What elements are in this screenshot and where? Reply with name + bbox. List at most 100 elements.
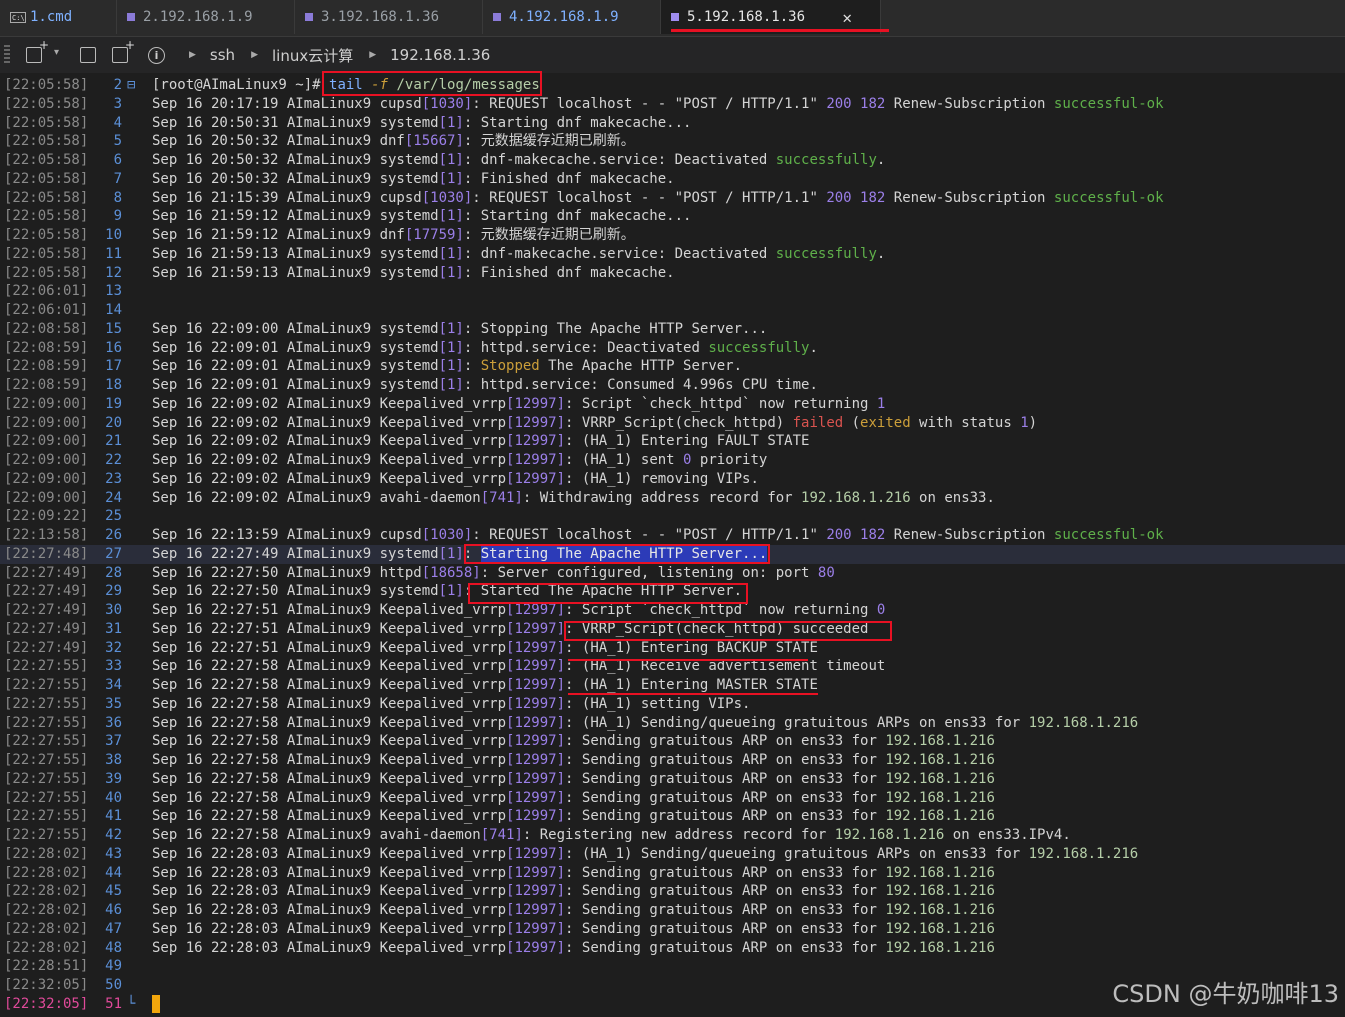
- chevron-down-icon[interactable]: ▾: [54, 47, 64, 63]
- line-timestamp: [22:09:22]: [4, 508, 89, 525]
- ssh-session-icon: [305, 13, 313, 21]
- line-text: Sep 16 22:09:02 AImaLinux9 avahi-daemon[…: [152, 489, 995, 506]
- line-number: 3: [113, 95, 122, 112]
- line-number: 30: [105, 602, 122, 618]
- drag-grip-icon[interactable]: [4, 45, 10, 65]
- line-text: Sep 16 22:09:00 AImaLinux9 systemd[1]: S…: [152, 320, 768, 337]
- line-text: Sep 16 22:27:58 AImaLinux9 Keepalived_vr…: [152, 658, 886, 675]
- terminal-output[interactable]: [22:05:58] 2 ⊟ [root@AImaLinux9 ~]# tail -f…: [0, 76, 1345, 1017]
- terminal-line: [22:05:58] 9 Sep 16 21:59:12 AImaLinux9 sy…: [0, 207, 1345, 226]
- tab-2-ssh[interactable]: 2.192.168.1.9: [117, 0, 295, 34]
- fold-marker-icon[interactable]: ⊟: [127, 76, 139, 95]
- line-timestamp: [22:05:58]: [4, 114, 89, 131]
- line-number: 8: [113, 189, 122, 206]
- fold-end-icon: └: [127, 995, 136, 1012]
- terminal-line: [22:09:00] 19 Sep 16 22:09:02 AImaLinux9 K…: [0, 395, 1345, 414]
- terminal-line: [22:05:58] 10 Sep 16 21:59:12 AImaLinux9 d…: [0, 226, 1345, 245]
- line-text: Sep 16 22:27:58 AImaLinux9 Keepalived_vr…: [152, 677, 818, 693]
- tab-4-ssh[interactable]: 4.192.168.1.9: [483, 0, 661, 34]
- line-timestamp: [22:28:02]: [4, 939, 89, 956]
- terminal-line: [22:05:58] 4 Sep 16 20:50:31 AImaLinux9 sy…: [0, 114, 1345, 133]
- line-text: Sep 16 22:27:51 AImaLinux9 Keepalived_vr…: [152, 602, 886, 618]
- line-timestamp: [22:27:49]: [4, 620, 89, 637]
- line-timestamp: [22:32:05]: [4, 977, 89, 993]
- line-timestamp: [22:05:58]: [4, 227, 89, 243]
- line-timestamp: [22:27:55]: [4, 677, 89, 693]
- line-timestamp: [22:32:05]: [4, 995, 89, 1012]
- close-tab-icon[interactable]: ✕: [842, 8, 852, 27]
- line-timestamp: [22:27:49]: [4, 564, 89, 581]
- terminal-line: [22:27:55] 37 Sep 16 22:27:58 AImaLinux9 K…: [0, 732, 1345, 751]
- line-number: 49: [105, 958, 122, 975]
- terminal-line: [22:27:55] 39 Sep 16 22:27:58 AImaLinux9 K…: [0, 770, 1345, 789]
- line-number: 23: [105, 470, 122, 487]
- tab-label: 2.192.168.1.9: [143, 9, 253, 25]
- line-text: Sep 16 20:50:32 AImaLinux9 systemd[1]: F…: [152, 170, 675, 187]
- line-timestamp: [22:27:55]: [4, 770, 89, 787]
- breadcrumb-group[interactable]: linux云计算: [272, 45, 353, 66]
- line-number: 24: [105, 489, 122, 506]
- line-number: 20: [105, 414, 122, 431]
- line-text: Sep 16 22:28:03 AImaLinux9 Keepalived_vr…: [152, 864, 995, 881]
- line-number: 21: [105, 433, 122, 450]
- watermark: CSDN @牛奶咖啡13: [1112, 980, 1339, 1008]
- terminal-line: [22:05:58] 11 Sep 16 21:59:13 AImaLinux9 s…: [0, 245, 1345, 264]
- tab-label: 5.192.168.1.36: [687, 9, 806, 25]
- line-number: 43: [105, 845, 122, 862]
- new-tab-icon[interactable]: [26, 38, 49, 63]
- line-number: 39: [105, 770, 122, 787]
- line-timestamp: [22:08:58]: [4, 320, 89, 337]
- line-text: Sep 16 22:09:02 AImaLinux9 Keepalived_vr…: [152, 395, 886, 412]
- line-timestamp: [22:28:02]: [4, 845, 89, 862]
- line-timestamp: [22:05:58]: [4, 133, 89, 150]
- line-text: Sep 16 21:59:12 AImaLinux9 systemd[1]: S…: [152, 208, 692, 225]
- line-text: Sep 16 22:27:58 AImaLinux9 Keepalived_vr…: [152, 808, 995, 825]
- line-number: 31: [105, 620, 122, 637]
- line-number: 17: [105, 358, 122, 375]
- line-number: 4: [113, 114, 122, 131]
- line-timestamp: [22:06:01]: [4, 302, 89, 318]
- terminal-cursor[interactable]: [152, 994, 160, 1013]
- line-number: 46: [105, 902, 122, 918]
- line-number: 22: [105, 452, 122, 468]
- line-text: Sep 16 20:50:32 AImaLinux9 dnf[15667]: 元…: [152, 133, 635, 150]
- line-text: Sep 16 22:27:58 AImaLinux9 Keepalived_vr…: [152, 789, 995, 806]
- terminal-line: [22:09:00] 24 Sep 16 22:09:02 AImaLinux9 a…: [0, 489, 1345, 508]
- terminal-line: [22:27:48] 27 Sep 16 22:27:49 AImaLinux9 s…: [0, 544, 1345, 564]
- tab-3-ssh[interactable]: 3.192.168.1.36: [295, 0, 483, 34]
- tab-1-cmd[interactable]: C:\ 1.cmd: [0, 0, 117, 34]
- breadcrumb-arrow-icon: ▶: [251, 50, 258, 60]
- line-number: 6: [113, 152, 122, 168]
- terminal-line: [22:28:02] 43 Sep 16 22:28:03 AImaLinux9 K…: [0, 845, 1345, 864]
- line-text: Sep 16 20:50:32 AImaLinux9 systemd[1]: d…: [152, 152, 886, 168]
- tab-label: 4.192.168.1.9: [509, 9, 619, 25]
- line-number: 51: [105, 995, 122, 1012]
- breadcrumb-host[interactable]: 192.168.1.36: [390, 46, 490, 64]
- terminal-line: [22:28:02] 47 Sep 16 22:28:03 AImaLinux9 K…: [0, 920, 1345, 939]
- terminal-line: [22:28:02] 45 Sep 16 22:28:03 AImaLinux9 K…: [0, 882, 1345, 901]
- line-timestamp: [22:28:51]: [4, 958, 89, 975]
- line-timestamp: [22:27:55]: [4, 658, 89, 675]
- duplicate-tab-icon[interactable]: [80, 47, 96, 63]
- line-timestamp: [22:28:02]: [4, 883, 89, 900]
- line-text: Sep 16 22:27:58 AImaLinux9 Keepalived_vr…: [152, 770, 995, 787]
- terminal-line: [22:27:55] 35 Sep 16 22:27:58 AImaLinux9 K…: [0, 695, 1345, 714]
- info-icon[interactable]: i: [148, 46, 165, 64]
- new-window-icon[interactable]: [112, 38, 135, 63]
- line-timestamp: [22:08:59]: [4, 358, 89, 375]
- breadcrumb-arrow-icon: ▶: [189, 50, 196, 60]
- terminal-line: [22:08:59] 17 Sep 16 22:09:01 AImaLinux9 s…: [0, 357, 1345, 376]
- line-text: Sep 16 22:27:50 AImaLinux9 httpd[18658]:…: [152, 564, 835, 581]
- line-number: 32: [105, 639, 122, 656]
- terminal-line: [22:05:58] 2 ⊟ [root@AImaLinux9 ~]# tail -f…: [0, 76, 1345, 95]
- line-text: Sep 16 21:59:12 AImaLinux9 dnf[17759]: 元…: [152, 227, 635, 243]
- line-number: 16: [105, 339, 122, 356]
- line-number: 45: [105, 883, 122, 900]
- breadcrumb-ssh[interactable]: ssh: [210, 46, 235, 64]
- line-timestamp: [22:27:49]: [4, 602, 89, 618]
- terminal-line: [22:05:58] 12 Sep 16 21:59:13 AImaLinux9 s…: [0, 264, 1345, 283]
- line-text: Sep 16 22:27:58 AImaLinux9 avahi-daemon[…: [152, 827, 1071, 843]
- line-number: 11: [105, 245, 122, 262]
- line-text: Sep 16 22:09:02 AImaLinux9 Keepalived_vr…: [152, 433, 810, 450]
- terminal-line: [22:27:55] 40 Sep 16 22:27:58 AImaLinux9 K…: [0, 789, 1345, 808]
